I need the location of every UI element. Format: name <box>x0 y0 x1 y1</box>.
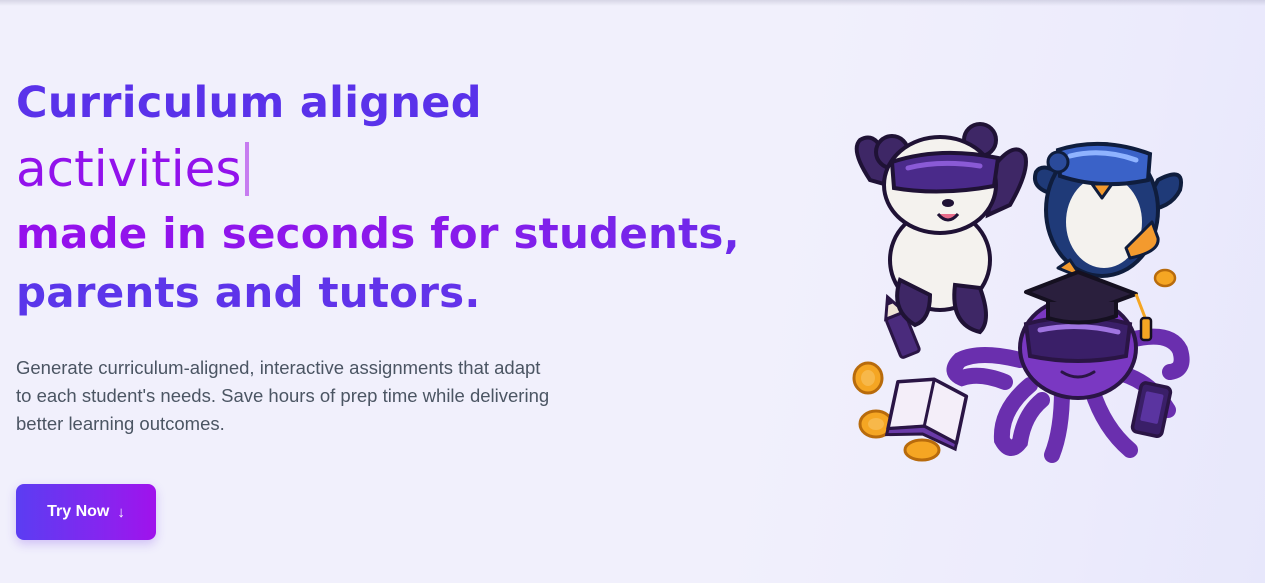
penguin-icon <box>1033 141 1183 280</box>
header-shadow <box>0 0 1265 6</box>
panda-icon <box>854 122 1028 335</box>
arrow-down-icon: ↓ <box>117 503 125 521</box>
headline-line-4: parents and tutors. <box>16 264 776 322</box>
headline-typed-word: activities <box>16 140 242 198</box>
try-now-label: Try Now <box>47 503 110 520</box>
try-now-button[interactable]: Try Now ↓ <box>16 484 156 540</box>
coin-icon <box>852 361 884 395</box>
headline-line-3: made in seconds for students, <box>16 204 776 264</box>
tablet-icon <box>1130 381 1173 438</box>
hero-headline: Curriculum aligned activities made in se… <box>16 72 776 322</box>
typing-cursor <box>245 142 250 196</box>
hero-section: Curriculum aligned activities made in se… <box>16 72 776 322</box>
hero-illustration <box>830 110 1210 480</box>
headline-line-1: Curriculum aligned <box>16 78 482 128</box>
coin-icon <box>1153 268 1177 288</box>
coin-icon <box>903 438 941 462</box>
headline-typed-line: activities <box>16 134 776 204</box>
mascots-illustration <box>852 122 1190 463</box>
hero-subtitle: Generate curriculum-aligned, interactive… <box>16 357 550 434</box>
